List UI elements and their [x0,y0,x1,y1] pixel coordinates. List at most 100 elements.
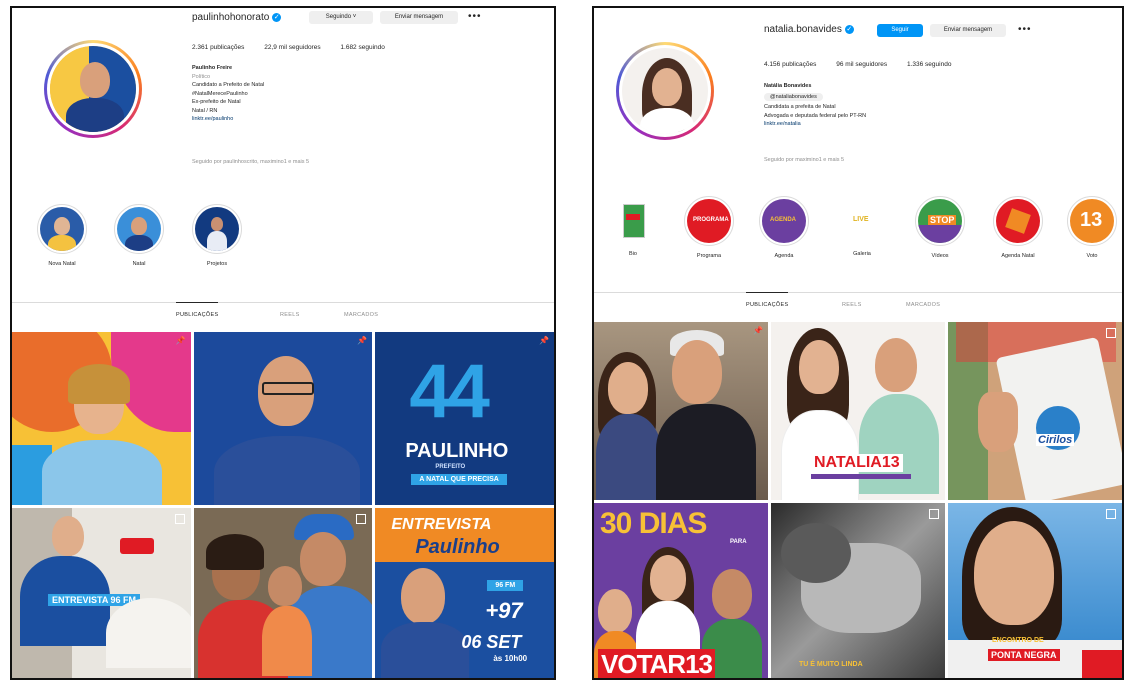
following-count[interactable]: 1.682 seguindo [340,44,384,51]
post-text: Paulinho [415,535,500,558]
posts-count: 4.156 publicações [764,61,817,68]
post-text: PAULINHO [405,440,509,462]
bio-line: Candidata a prefeita de Natal [764,104,836,110]
post-text: PONTA NEGRA [988,648,1060,661]
tab-posts[interactable]: PUBLICAÇÕES [176,302,219,318]
follow-button[interactable]: Seguir [877,24,923,37]
profile-header: natalia.bonavides ✓ Seguir Enviar mensage… [594,8,1122,308]
post-text: PREFEITO [435,464,466,470]
post-text: às 10h00 [493,653,528,663]
highlight-text: 13 [1080,209,1103,231]
more-options-icon[interactable]: ••• [468,11,482,22]
post-thumbnail[interactable]: ENCONTRO DE PONTA NEGRA [948,502,1122,678]
followers-count[interactable]: 96 mil seguidores [836,61,887,68]
pinned-icon: 📌 [357,336,368,345]
profile-panel-right: natalia.bonavides ✓ Seguir Enviar mensage… [592,6,1124,680]
highlight-voto[interactable]: 13 Voto [1062,196,1122,259]
followed-by[interactable]: Seguido por maximino1 e mais 5 [764,156,844,165]
video-icon [174,513,185,524]
highlight-nova-natal[interactable]: Nova Natal [32,204,92,267]
post-text: 06 SET [461,631,522,652]
tab-posts[interactable]: PUBLICAÇÕES [746,292,789,308]
profile-tabs: PUBLICAÇÕES REELS MARCADOS [594,292,1122,323]
bio-link[interactable]: linktr.ee/paulinho [192,115,492,124]
pinned-icon: 📌 [753,326,763,335]
profile-stats: 4.156 publicações 96 mil seguidores 1.33… [764,61,969,68]
video-icon [1106,328,1116,338]
verified-badge-icon: ✓ [272,12,282,22]
video-icon [356,513,367,524]
highlight-text: LIVE [853,216,869,223]
highlight-text: STOP [928,215,957,225]
profile-bio: Paulinho Freire Político Candidato a Pre… [192,64,492,124]
highlight-galeria[interactable]: LIVE Galeria [832,196,892,257]
post-text: Cirilos [1036,434,1075,446]
post-thumbnail[interactable]: ENTREVISTA Paulinho 96 FM +97 06 SET às … [375,507,554,678]
posts-grid: 📌 NATALIA13 Cirilos 30 DIAS PARA VOTAR13… [594,322,1122,678]
bio-line: Natal / RN [192,107,218,114]
tab-tagged[interactable]: MARCADOS [344,312,378,318]
bio-category: Político [192,73,211,80]
highlight-agenda[interactable]: AGENDA Agenda [754,196,814,259]
profile-bio: Natália Bonavides @nataliabonavides Cand… [764,82,1104,129]
message-button[interactable]: Enviar mensagem [930,24,1006,37]
bio-handle[interactable]: @nataliabonavides [764,92,823,101]
post-thumbnail[interactable]: 📌 [193,332,373,505]
post-text: ENCONTRO DE [992,636,1044,644]
highlight-text: AGENDA [770,217,797,223]
highlight-text: PROGRAMA [693,217,729,223]
more-options-icon[interactable]: ••• [1018,24,1032,35]
post-thumbnail[interactable]: 📌 [12,332,191,505]
bio-line: Advogada e deputada federal pelo PT-RN [764,112,867,119]
bio-line: #NatalMerecePaulinho [192,90,248,97]
following-button[interactable]: Seguindo ˅ [309,11,373,24]
post-thumbnail[interactable]: TU É MUITO LINDA [771,502,945,678]
post-thumbnail[interactable]: NATALIA13 [771,322,945,500]
highlight-videos[interactable]: STOP Vídeos [910,196,970,259]
followed-by[interactable]: Seguido por paulinhoscrito, maximino1 e … [192,158,309,167]
post-thumbnail[interactable]: 30 DIAS PARA VOTAR13 [594,502,768,678]
post-text: +97 [485,597,523,623]
bio-line: Ex-prefeito de Natal [192,99,241,105]
post-text: PARA [730,538,747,545]
bio-name: Natália Bonavides [764,83,812,89]
video-icon [929,508,939,519]
post-thumbnail[interactable]: Cirilos [948,322,1122,500]
tab-tagged[interactable]: MARCADOS [906,302,940,308]
highlight-bio[interactable]: Bio [603,196,663,257]
bio-link[interactable]: linktr.ee/natalia [764,120,1104,129]
following-count[interactable]: 1.336 seguindo [907,61,951,68]
profile-tabs: PUBLICAÇÕES REELS MARCADOS [12,302,554,333]
profile-stats: 2.361 publicações 22,9 mil seguidores 1.… [192,44,403,51]
profile-avatar[interactable] [44,40,142,138]
profile-avatar[interactable] [616,42,714,140]
highlight-agenda-natal[interactable]: Agenda Natal [988,196,1048,259]
pinned-icon: 📌 [539,336,549,345]
post-thumbnail[interactable]: 📌 [594,322,768,500]
post-text: ENTREVISTA [391,515,492,533]
highlight-natal[interactable]: Natal [109,204,169,267]
post-text: 30 DIAS [600,506,707,540]
bio-line: Candidato a Prefeito de Natal [192,82,265,88]
post-text: VOTAR13 [598,648,715,678]
highlight-programa[interactable]: PROGRAMA Programa [679,196,739,259]
post-text: TU É MUITO LINDA [799,660,863,668]
post-thumbnail[interactable]: ENTREVISTA 96 FM [12,507,191,678]
profile-header: paulinhohonorato ✓ Seguindo ˅ Enviar mens… [12,8,554,308]
tab-reels[interactable]: REELS [280,312,300,318]
followers-count[interactable]: 22,9 mil seguidores [264,44,320,51]
verified-badge-icon: ✓ [844,24,854,34]
post-text: NATALIA13 [811,454,903,472]
username: natalia.bonavides ✓ [764,24,854,35]
profile-panel-left: paulinhohonorato ✓ Seguindo ˅ Enviar mens… [10,6,556,680]
username: paulinhohonorato ✓ [192,12,282,23]
tab-reels[interactable]: REELS [842,302,862,308]
video-icon [1106,508,1116,519]
highlight-projetos[interactable]: Projetos [187,204,247,267]
pinned-icon: 📌 [175,336,186,345]
post-thumbnail[interactable]: 44 PAULINHO PREFEITO A NATAL QUE PRECISA… [375,332,554,505]
message-button[interactable]: Enviar mensagem [380,11,458,24]
posts-grid: 📌 📌 44 PAULINHO PREFEITO A NATAL QUE PRE… [12,332,554,678]
post-text: A NATAL QUE PRECISA [411,474,507,485]
post-thumbnail[interactable] [193,507,373,678]
